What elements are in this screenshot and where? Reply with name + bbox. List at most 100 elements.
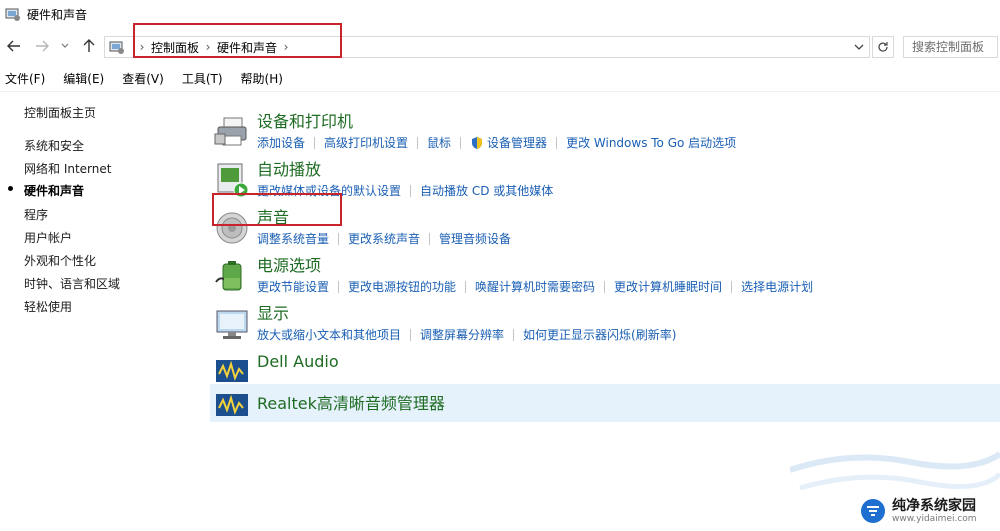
link-change-default-settings[interactable]: 更改媒体或设备的默认设置 (257, 182, 401, 199)
category-power-options: 电源选项 更改节能设置 更改电源按钮的功能 唤醒计算机时需要密码 更改计算机睡眠… (210, 252, 1000, 298)
link-divider (460, 136, 462, 149)
menu-edit[interactable]: 编辑(E) (63, 70, 104, 87)
monitor-icon[interactable] (214, 306, 250, 342)
category-links: 更改媒体或设备的默认设置 自动播放 CD 或其他媒体 (257, 182, 553, 199)
watermark: 纯净系统家园 www.yidaimei.com (860, 496, 977, 526)
search-input[interactable]: 搜索控制面板 (903, 36, 998, 58)
sidebar-item-programs[interactable]: 程序 (24, 206, 48, 223)
category-sound: 声音 调整系统音量 更改系统声音 管理音频设备 (210, 204, 1000, 250)
link-divider (410, 184, 412, 197)
shield-icon (472, 136, 483, 149)
breadcrumb-control-panel[interactable]: 控制面板 (151, 39, 199, 56)
menu-help[interactable]: 帮助(H) (241, 70, 283, 87)
back-arrow-icon (7, 40, 20, 52)
printer-icon[interactable] (214, 114, 250, 150)
control-panel-icon (109, 41, 124, 54)
breadcrumb-separator[interactable]: › (277, 40, 295, 54)
link-power-saving[interactable]: 更改节能设置 (257, 278, 329, 295)
link-adjust-volume[interactable]: 调整系统音量 (257, 230, 329, 247)
window-title: 硬件和声音 (27, 7, 88, 22)
category-devices-printers: 设备和打印机 添加设备 高级打印机设置 鼠标 设备管理器 更改 Windows … (210, 108, 1000, 154)
menu-view[interactable]: 查看(V) (122, 70, 164, 87)
sidebar-item-user-accounts[interactable]: 用户帐户 (24, 229, 72, 246)
link-add-device[interactable]: 添加设备 (257, 134, 305, 151)
category-links: 调整系统音量 更改系统声音 管理音频设备 (257, 230, 511, 247)
category-title[interactable]: 声音 (257, 204, 289, 228)
sidebar-item-network[interactable]: 网络和 Internet (24, 160, 111, 177)
link-mouse[interactable]: 鼠标 (427, 134, 451, 151)
category-display: 显示 放大或缩小文本和其他项目 调整屏幕分辨率 如何更正显示器闪烁(刷新率) (210, 300, 1000, 346)
category-autoplay: 自动播放 更改媒体或设备的默认设置 自动播放 CD 或其他媒体 (210, 156, 1000, 202)
category-title[interactable]: Realtek高清晰音频管理器 (257, 390, 445, 414)
link-divider (338, 280, 340, 293)
watermark-text: 纯净系统家园 www.yidaimei.com (892, 498, 977, 525)
link-refresh-rate[interactable]: 如何更正显示器闪烁(刷新率) (523, 326, 676, 343)
address-bar[interactable]: › 控制面板 › 硬件和声音 › (104, 36, 870, 58)
breadcrumb-separator[interactable]: › (133, 40, 151, 54)
navigation-bar: › 控制面板 › 硬件和声音 › 搜索控制面板 (0, 32, 1000, 62)
sidebar-item-clock-region[interactable]: 时钟、语言和区域 (24, 275, 120, 292)
link-power-button-function[interactable]: 更改电源按钮的功能 (348, 278, 456, 295)
link-advanced-printer-setup[interactable]: 高级打印机设置 (324, 134, 408, 151)
refresh-button[interactable] (872, 36, 894, 58)
link-divider (556, 136, 558, 149)
back-button[interactable] (5, 36, 23, 56)
link-divider (465, 280, 467, 293)
link-autoplay-cd[interactable]: 自动播放 CD 或其他媒体 (420, 182, 553, 199)
recent-locations-button[interactable] (59, 36, 71, 56)
link-divider (604, 280, 606, 293)
link-sleep-time[interactable]: 更改计算机睡眠时间 (614, 278, 722, 295)
breadcrumb-hardware-sound[interactable]: 硬件和声音 (217, 39, 277, 56)
sidebar-item-home[interactable]: 控制面板主页 (24, 104, 96, 121)
battery-icon[interactable] (214, 258, 250, 294)
link-divider (429, 232, 431, 245)
watermark-main: 纯净系统家园 (892, 497, 976, 514)
speaker-icon[interactable] (214, 210, 250, 246)
forward-arrow-icon (36, 40, 49, 52)
link-wake-password[interactable]: 唤醒计算机时需要密码 (475, 278, 595, 295)
sidebar-item-hardware-sound[interactable]: 硬件和声音 (24, 182, 84, 199)
link-divider (314, 136, 316, 149)
chevron-down-icon[interactable] (852, 40, 866, 54)
category-realtek-audio: Realtek高清晰音频管理器 (210, 384, 1000, 422)
link-divider (731, 280, 733, 293)
category-links: 添加设备 高级打印机设置 鼠标 设备管理器 更改 Windows To Go 启… (257, 134, 736, 151)
current-item-bullet (8, 186, 13, 191)
link-change-system-sounds[interactable]: 更改系统声音 (348, 230, 420, 247)
audio-icon[interactable] (214, 352, 250, 388)
watermark-url: www.yidaimei.com (892, 513, 977, 524)
menu-bar: 文件(F) 编辑(E) 查看(V) 工具(T) 帮助(H) (0, 68, 1000, 88)
category-title[interactable]: Dell Audio (257, 352, 339, 371)
link-zoom-text[interactable]: 放大或缩小文本和其他项目 (257, 326, 401, 343)
category-links: 放大或缩小文本和其他项目 调整屏幕分辨率 如何更正显示器闪烁(刷新率) (257, 326, 676, 343)
sidebar-item-system-security[interactable]: 系统和安全 (24, 137, 84, 154)
link-screen-resolution[interactable]: 调整屏幕分辨率 (420, 326, 504, 343)
link-divider (513, 328, 515, 341)
link-divider (417, 136, 419, 149)
breadcrumb-separator[interactable]: › (199, 40, 217, 54)
forward-button[interactable] (33, 36, 51, 56)
watermark-logo-icon (861, 499, 885, 523)
sidebar-item-ease-of-access[interactable]: 轻松使用 (24, 298, 72, 315)
sidebar-item-appearance[interactable]: 外观和个性化 (24, 252, 96, 269)
divider (0, 91, 1000, 92)
menu-file[interactable]: 文件(F) (5, 70, 45, 87)
category-title[interactable]: 显示 (257, 300, 289, 324)
autoplay-icon[interactable] (214, 162, 250, 198)
link-divider (410, 328, 412, 341)
category-title[interactable]: 电源选项 (257, 252, 321, 276)
menu-tools[interactable]: 工具(T) (182, 70, 223, 87)
link-manage-audio-devices[interactable]: 管理音频设备 (439, 230, 511, 247)
link-choose-power-plan[interactable]: 选择电源计划 (741, 278, 813, 295)
refresh-icon (878, 42, 888, 52)
title-bar: 硬件和声音 (0, 0, 1000, 28)
control-panel-icon (5, 8, 20, 21)
category-title[interactable]: 自动播放 (257, 156, 321, 180)
audio-icon[interactable] (214, 386, 250, 422)
up-button[interactable] (80, 36, 98, 56)
category-dell-audio: Dell Audio (210, 348, 1000, 382)
link-windows-to-go[interactable]: 更改 Windows To Go 启动选项 (566, 134, 736, 151)
category-title[interactable]: 设备和打印机 (257, 108, 353, 132)
link-divider (338, 232, 340, 245)
link-device-manager[interactable]: 设备管理器 (487, 134, 547, 151)
